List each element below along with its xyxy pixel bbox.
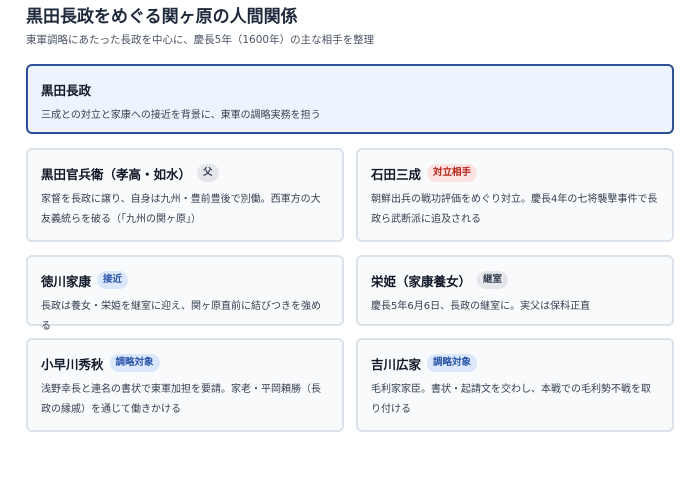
- person-desc: 家督を長政に譲り、自身は九州・豊前豊後で別働。西軍方の大友義統らを破る（「九州の…: [41, 194, 321, 225]
- person-card-eihime: 栄姫（家康養女） 継室 慶長5年6月6日、長政の継室に。実父は保科正直: [356, 255, 674, 326]
- person-card-hiroie: 吉川広家 調略対象 毛利家家臣。書状・起請文を交わし、本戦での毛利勢不戦を取り付…: [356, 338, 674, 432]
- person-card-kanbei: 黒田官兵衛（孝高・如水） 父 家督を長政に譲り、自身は九州・豊前豊後で別働。西軍…: [26, 148, 344, 242]
- person-name: 吉川広家: [371, 356, 422, 372]
- person-name: 石田三成: [371, 166, 422, 182]
- relation-badge: 接近: [97, 271, 129, 289]
- person-desc: 朝鮮出兵の戦功評価をめぐり対立。慶長4年の七将襲撃事件で長政ら武断派に追及される: [371, 194, 658, 225]
- relation-badge: 調略対象: [109, 354, 160, 372]
- relation-badge: 調略対象: [427, 354, 478, 372]
- person-desc: 慶長5年6月6日、長政の継室に。実父は保科正直: [371, 301, 591, 312]
- person-name: 黒田官兵衛（孝高・如水）: [41, 166, 192, 182]
- center-name: 黒田長政: [41, 82, 92, 98]
- person-card-mitsunari: 石田三成 対立相手 朝鮮出兵の戦功評価をめぐり対立。慶長4年の七将襲撃事件で長政…: [356, 148, 674, 242]
- center-desc: 三成との対立と家康への接近を背景に、東軍の調略実務を担う: [41, 110, 321, 121]
- person-name: 栄姫（家康養女）: [371, 273, 472, 289]
- person-name: 小早川秀秋: [41, 356, 104, 372]
- center-card: 黒田長政 三成との対立と家康への接近を背景に、東軍の調略実務を担う: [26, 64, 674, 134]
- relation-badge: 対立相手: [427, 164, 478, 182]
- person-desc: 毛利家家臣。書状・起請文を交わし、本戦での毛利勢不戦を取り付ける: [371, 384, 651, 415]
- relation-badge: 父: [197, 164, 219, 182]
- person-card-ieyasu: 徳川家康 接近 長政は養女・栄姫を継室に迎え、関ヶ原直前に結びつきを強める: [26, 255, 344, 332]
- person-card-hideaki: 小早川秀秋 調略対象 浅野幸長と連名の書状で東軍加担を要請。家老・平岡頼勝（長政…: [26, 338, 344, 432]
- page-subtitle: 東軍調略にあたった長政を中心に、慶長5年（1600年）の主な相手を整理: [26, 34, 375, 46]
- person-name: 徳川家康: [41, 273, 92, 289]
- person-desc: 長政は養女・栄姫を継室に迎え、関ヶ原直前に結びつきを強める: [41, 301, 321, 332]
- page-title: 黒田長政をめぐる関ヶ原の人間関係: [26, 7, 298, 27]
- person-desc: 浅野幸長と連名の書状で東軍加担を要請。家老・平岡頼勝（長政の縁戚）を通じて働きか…: [41, 384, 321, 415]
- relation-badge: 継室: [477, 271, 509, 289]
